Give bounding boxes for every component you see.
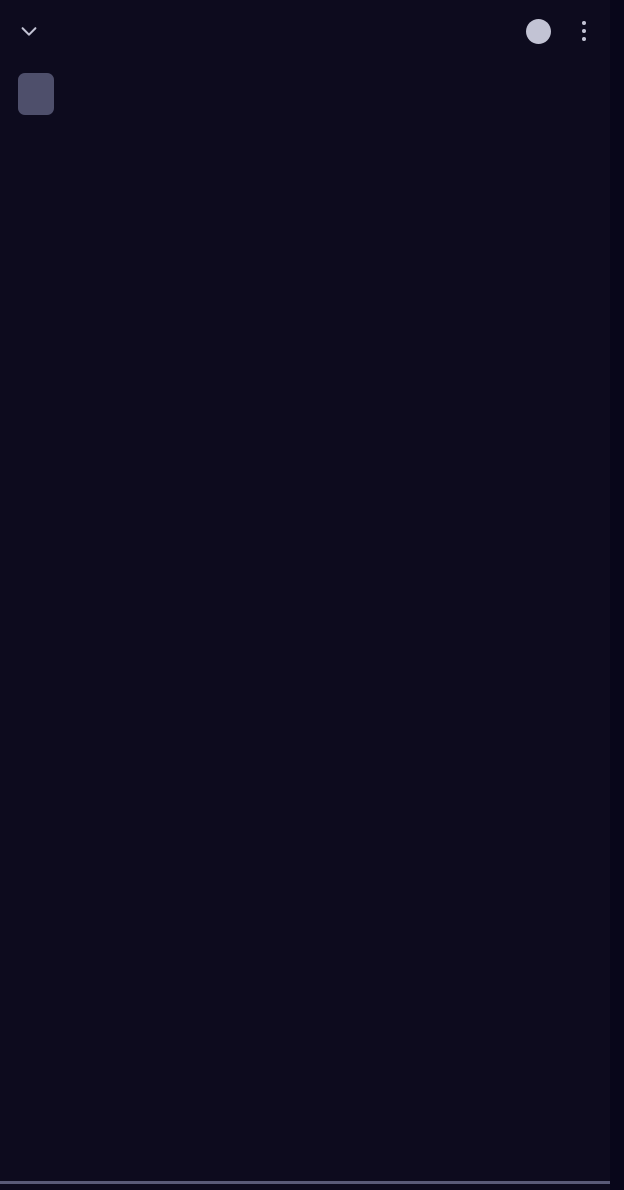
help-circle-icon[interactable] xyxy=(526,18,551,44)
save-row xyxy=(0,62,624,125)
ui-element-properties-panel xyxy=(0,0,624,1190)
more-vertical-icon[interactable] xyxy=(572,19,596,44)
more-dot xyxy=(582,29,586,33)
more-dot xyxy=(582,37,586,41)
more-dot xyxy=(582,21,586,25)
save-button[interactable] xyxy=(18,72,54,115)
chevron-down-icon[interactable] xyxy=(18,20,40,42)
panel-header xyxy=(0,0,624,62)
bottom-divider xyxy=(0,1181,610,1184)
panel-right-edge xyxy=(610,0,624,1190)
